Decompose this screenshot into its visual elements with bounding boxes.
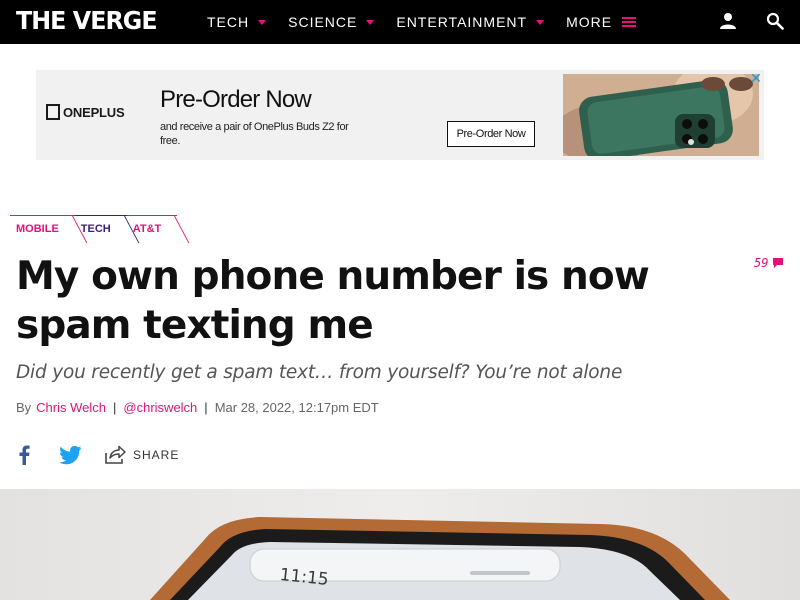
ad-brand-logo: ONEPLUS <box>46 104 125 120</box>
article-tags: MOBILE TECH AT&T <box>10 215 178 241</box>
ad-container: ONEPLUS Pre-Order Now and receive a pair… <box>0 44 800 187</box>
hero-image: 11:15 <box>0 489 800 600</box>
chevron-down-icon <box>536 19 545 25</box>
nav-item-entertainment[interactable]: ENTERTAINMENT <box>396 14 545 30</box>
comment-icon <box>773 258 784 268</box>
chevron-down-icon <box>366 19 375 25</box>
ad-subtext: and receive a pair of OnePlus Buds Z2 fo… <box>160 121 349 147</box>
author-link[interactable]: Chris Welch <box>36 400 106 415</box>
byline-divider: | <box>113 400 117 415</box>
comments-link[interactable]: 59 <box>754 256 784 270</box>
nav-item-label: SCIENCE <box>288 14 358 30</box>
twitter-icon[interactable] <box>60 445 82 465</box>
site-header: THE VERGE TECH SCIENCE ENTERTAINMENT MOR… <box>0 0 800 44</box>
nav-item-science[interactable]: SCIENCE <box>288 14 375 30</box>
comment-count: 59 <box>754 256 769 270</box>
article-title: My own phone number is now spam texting … <box>16 254 650 348</box>
facebook-icon[interactable] <box>17 445 31 465</box>
site-logo[interactable]: THE VERGE <box>16 7 158 35</box>
share-label: SHARE <box>133 448 180 462</box>
nav-item-label: TECH <box>207 14 250 30</box>
publish-date: Mar 28, 2022, 12:17pm EDT <box>214 400 379 415</box>
byline-divider: | <box>204 400 208 415</box>
byline-prefix: By <box>16 400 32 415</box>
ad-headline: Pre-Order Now <box>160 86 312 113</box>
menu-icon <box>622 17 637 27</box>
tag-mobile[interactable]: MOBILE <box>10 215 75 241</box>
ad-brand-name: ONEPLUS <box>63 104 125 120</box>
search-icon[interactable] <box>766 12 784 30</box>
byline: By Chris Welch | @chriswelch | Mar 28, 2… <box>16 400 379 415</box>
article-dek: Did you recently get a spam text… from y… <box>16 362 623 383</box>
ad-phone-image <box>563 74 759 156</box>
share-icon <box>105 445 126 464</box>
nav-item-tech[interactable]: TECH <box>207 14 267 30</box>
main-nav: TECH SCIENCE ENTERTAINMENT MORE <box>207 0 658 44</box>
nav-item-label: MORE <box>566 14 613 30</box>
ad-cta-button[interactable]: Pre-Order Now <box>447 121 535 147</box>
share-bar: SHARE <box>16 442 179 468</box>
tag-tech[interactable]: TECH <box>74 215 127 241</box>
nav-item-label: ENTERTAINMENT <box>396 14 528 30</box>
oneplus-logo-icon <box>46 104 60 120</box>
share-button[interactable]: SHARE <box>104 445 179 465</box>
close-icon[interactable]: ✕ <box>749 71 763 85</box>
nav-item-more[interactable]: MORE <box>566 14 637 30</box>
chevron-down-icon <box>258 19 267 25</box>
banner-ad[interactable]: ONEPLUS Pre-Order Now and receive a pair… <box>36 70 764 160</box>
tag-att[interactable]: AT&T <box>126 215 178 241</box>
author-handle-link[interactable]: @chriswelch <box>123 400 197 415</box>
user-icon[interactable] <box>719 12 737 30</box>
